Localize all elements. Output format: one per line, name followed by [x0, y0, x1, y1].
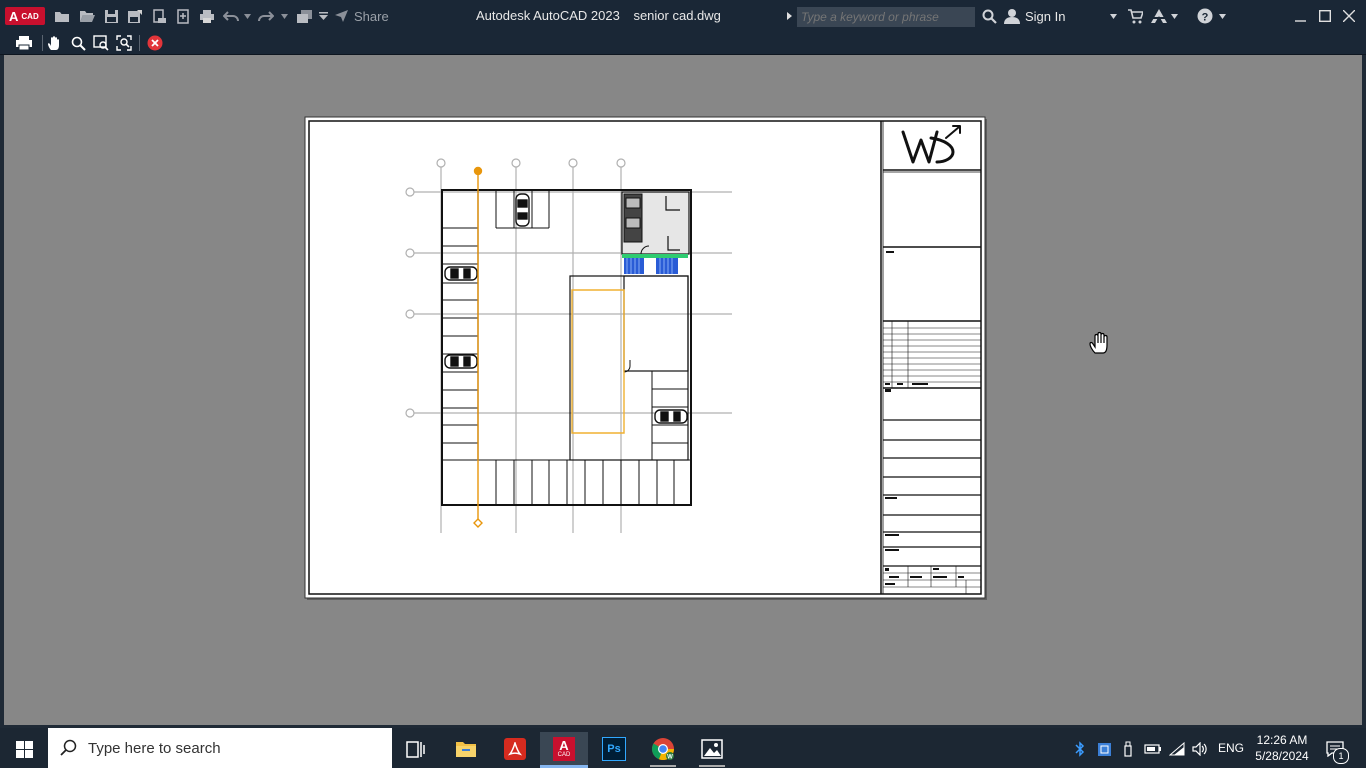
- taskbar-autocad-active[interactable]: A CAD: [540, 732, 588, 766]
- help-icon[interactable]: ?: [1195, 6, 1215, 26]
- redo-icon[interactable]: [256, 6, 276, 26]
- preview-toolbar: [0, 32, 1366, 55]
- task-view-icon: [406, 740, 425, 758]
- taskbar-acrobat[interactable]: [495, 732, 535, 766]
- photoshop-icon-label: Ps: [607, 743, 621, 755]
- share-label: Share: [354, 8, 389, 24]
- clock-date: 5/28/2024: [1255, 749, 1309, 763]
- sign-in-label: Sign In: [1025, 8, 1066, 24]
- acrobat-icon: [508, 742, 522, 756]
- svg-text:W: W: [667, 755, 673, 761]
- autodesk-app-dropdown-icon[interactable]: [1169, 6, 1179, 26]
- wifi-icon[interactable]: [1166, 732, 1188, 766]
- user-icon: [1004, 9, 1020, 24]
- cart-icon[interactable]: [1125, 6, 1145, 26]
- file-name: senior cad.dwg: [633, 8, 721, 23]
- customize-dropdown-icon[interactable]: [317, 6, 329, 26]
- plot-preview-icon[interactable]: [173, 6, 193, 26]
- zoom-window-icon[interactable]: [91, 34, 111, 52]
- search-expand-icon[interactable]: [784, 6, 794, 26]
- close-window-button[interactable]: [1339, 6, 1359, 26]
- notification-count: 1: [1338, 751, 1344, 761]
- svg-text:?: ?: [1202, 12, 1209, 24]
- sign-in-button[interactable]: Sign In: [1004, 6, 1068, 26]
- help-dropdown-icon[interactable]: [1217, 6, 1227, 26]
- app-logo[interactable]: A CAD: [4, 6, 46, 26]
- autocad-icon: A CAD: [553, 737, 575, 761]
- photos-icon: [701, 739, 723, 759]
- plot-icon[interactable]: [197, 6, 217, 26]
- search-icon[interactable]: [979, 6, 999, 26]
- toolbar-separator: [139, 35, 140, 51]
- photos-active-indicator: [699, 765, 725, 767]
- search-icon: [60, 739, 77, 756]
- undo-dropdown-icon[interactable]: [242, 6, 252, 26]
- title-bar: A CAD Share Autodesk AutoCAD 2023 senior…: [0, 0, 1366, 32]
- sign-in-dropdown-icon[interactable]: [1108, 6, 1118, 26]
- taskbar-photoshop[interactable]: Ps: [594, 732, 634, 766]
- taskbar-search-placeholder: Type here to search: [88, 740, 221, 757]
- save-icon[interactable]: [101, 6, 121, 26]
- share-icon: [335, 10, 348, 22]
- app-logo-sub: CAD: [21, 11, 39, 21]
- publish-icon[interactable]: [149, 6, 169, 26]
- toolbar-separator: [42, 35, 43, 51]
- network-tray-icon[interactable]: [1094, 732, 1114, 766]
- autocad-icon-sub: CAD: [557, 752, 571, 758]
- drawing-sheet: [304, 116, 987, 600]
- close-preview-button[interactable]: [145, 34, 165, 52]
- chrome-icon: W: [651, 738, 675, 761]
- open-file-icon[interactable]: [77, 6, 97, 26]
- app-title: Autodesk AutoCAD 2023: [476, 8, 620, 23]
- maximize-button[interactable]: [1315, 6, 1335, 26]
- volume-icon[interactable]: [1189, 732, 1211, 766]
- bluetooth-icon[interactable]: [1070, 732, 1090, 766]
- taskbar-chrome[interactable]: W: [643, 732, 683, 766]
- close-preview-icon: [147, 35, 163, 51]
- help-search-input[interactable]: [797, 7, 975, 27]
- pan-hand-cursor: [1089, 331, 1111, 355]
- autodesk-app-icon[interactable]: [1149, 6, 1169, 26]
- windows-logo-icon: [15, 740, 33, 758]
- chrome-active-indicator: [650, 765, 676, 767]
- print-button[interactable]: [12, 34, 36, 52]
- clock[interactable]: 12:26 AM 5/28/2024: [1250, 732, 1314, 764]
- start-button[interactable]: [4, 732, 44, 766]
- minimize-button[interactable]: [1290, 6, 1310, 26]
- app-logo-letter: A: [9, 8, 19, 24]
- workspace-icon[interactable]: [294, 6, 314, 26]
- taskbar-search-box[interactable]: Type here to search: [48, 728, 392, 768]
- battery-icon[interactable]: [1142, 732, 1164, 766]
- pan-icon[interactable]: [45, 34, 65, 52]
- autocad-icon-letter: A: [559, 738, 569, 753]
- usb-device-icon[interactable]: [1118, 732, 1138, 766]
- new-file-icon[interactable]: [52, 6, 72, 26]
- plot-preview-viewport[interactable]: [4, 55, 1362, 725]
- language-indicator[interactable]: ENG: [1218, 741, 1244, 755]
- zoom-extents-icon[interactable]: [114, 34, 134, 52]
- share-button[interactable]: Share: [334, 6, 390, 26]
- task-view-button[interactable]: [396, 732, 436, 766]
- folder-icon: [456, 742, 476, 757]
- window-title: Autodesk AutoCAD 2023 senior cad.dwg: [476, 8, 721, 23]
- taskbar-photos[interactable]: [692, 732, 732, 766]
- undo-icon[interactable]: [221, 6, 241, 26]
- zoom-icon[interactable]: [68, 34, 88, 52]
- notification-badge: 1: [1333, 748, 1349, 764]
- taskbar-file-explorer[interactable]: [446, 732, 486, 766]
- clock-time: 12:26 AM: [1256, 733, 1308, 747]
- redo-dropdown-icon[interactable]: [279, 6, 289, 26]
- save-as-icon[interactable]: [125, 6, 145, 26]
